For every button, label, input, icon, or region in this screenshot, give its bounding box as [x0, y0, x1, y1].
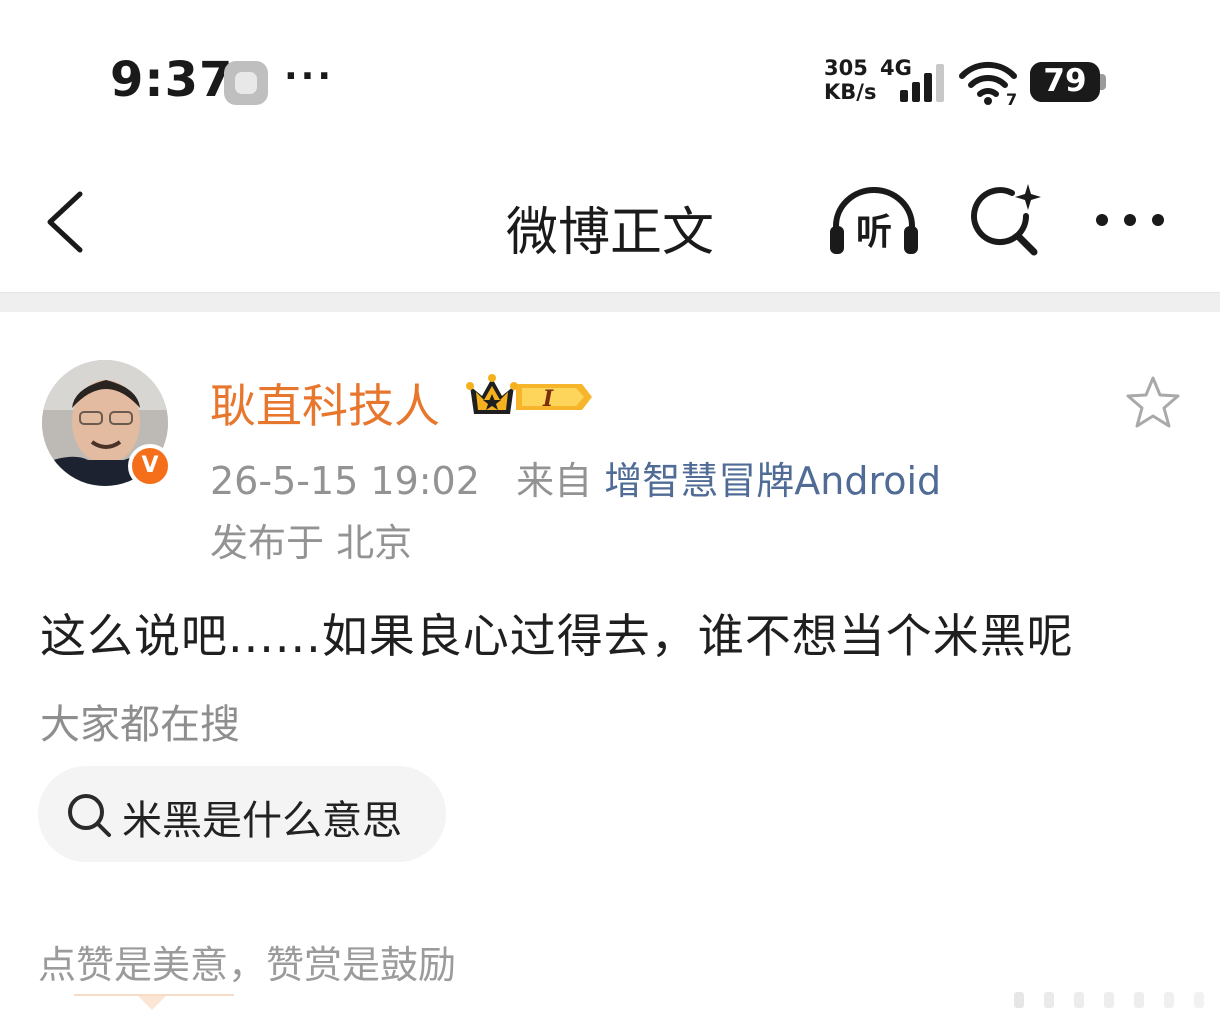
status-bar: 9:37 ··· 305 KB/s 4G 7 79 — [0, 0, 1220, 160]
more-dots-icon[interactable] — [1092, 208, 1168, 232]
reward-text: 点赞是美意，赞赏是鼓励 — [38, 943, 457, 987]
verified-badge: V — [128, 444, 172, 488]
battery-percent: 79 — [1043, 63, 1087, 99]
app-notification-icon — [224, 61, 268, 105]
network-speed-value: 305 — [824, 56, 868, 80]
vip-level-badge[interactable]: I — [466, 374, 594, 420]
post-location: 发布于 北京 — [210, 521, 413, 565]
author-name[interactable]: 耿直科技人 — [210, 370, 440, 436]
post-body: 这么说吧......如果良心过得去，谁不想当个米黑呢 — [40, 609, 1074, 663]
source-prefix: 来自 — [516, 459, 593, 503]
post-meta: 26-5-15 19:02 来自 增智慧冒牌Android — [210, 450, 941, 505]
network-speed-unit: KB/s — [824, 80, 877, 104]
nav-bar: 微博正文 听 — [0, 160, 1220, 292]
reward-arrow-icon — [138, 996, 166, 1010]
section-divider — [0, 292, 1220, 312]
headphones-icon: 听 — [830, 187, 918, 254]
wifi-level: 7 — [1006, 90, 1017, 106]
cellular-signal-icon — [900, 64, 944, 102]
post-date: 26-5-15 19:02 — [210, 459, 480, 503]
status-time: 9:37 — [110, 52, 234, 108]
ai-search-button[interactable] — [968, 184, 1042, 258]
listen-label: 听 — [856, 212, 892, 253]
trending-search-heading: 大家都在搜 — [40, 702, 240, 748]
more-notifications-icon: ··· — [284, 56, 335, 97]
wifi-icon: 7 — [958, 60, 1018, 109]
loading-indicator-icon — [1014, 992, 1204, 1008]
search-icon — [68, 794, 111, 837]
listen-button[interactable]: 听 — [828, 186, 920, 256]
favorite-star-icon[interactable] — [1124, 374, 1182, 432]
trending-search-text: 米黑是什么意思 — [122, 798, 402, 844]
vip-level: I — [542, 386, 554, 412]
ai-search-icon — [971, 184, 1041, 256]
battery-cap — [1100, 74, 1106, 90]
network-speed: 305 KB/s — [824, 56, 876, 104]
crown-icon: I — [466, 374, 592, 414]
post-source-link[interactable]: 增智慧冒牌Android — [604, 459, 941, 503]
battery-icon: 79 — [1030, 62, 1106, 102]
trending-search-chip[interactable]: 米黑是什么意思 — [38, 766, 446, 862]
